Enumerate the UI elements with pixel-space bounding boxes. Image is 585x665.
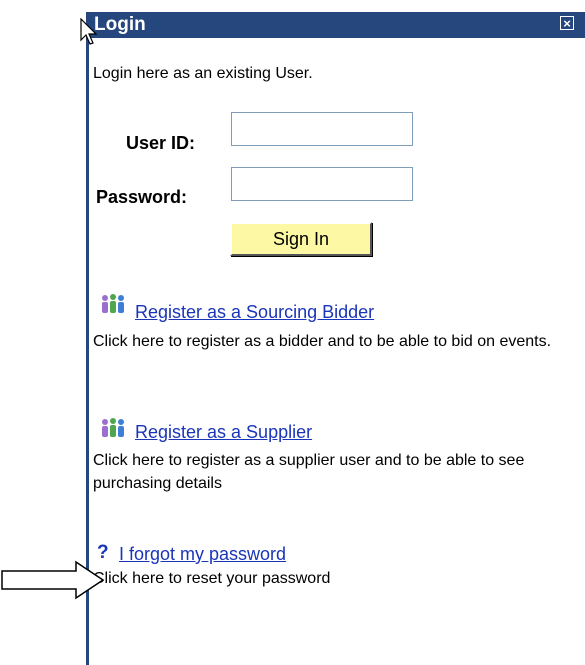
forgot-password-description: Click here to reset your password xyxy=(93,570,331,587)
forgot-password-link[interactable]: I forgot my password xyxy=(119,544,286,565)
people-group-icon xyxy=(102,294,124,313)
login-panel: Login × Login here as an existing User. … xyxy=(86,12,585,665)
user-id-label: User ID: xyxy=(126,133,196,153)
window-title: Login xyxy=(94,14,146,35)
sourcing-bidder-description: Click here to register as a bidder and t… xyxy=(93,333,552,350)
supplier-description: Click here to register as a supplier use… xyxy=(93,452,525,492)
annotation-arrow-icon xyxy=(1,560,105,600)
register-supplier-link[interactable]: Register as a Supplier xyxy=(135,422,312,443)
password-label: Password: xyxy=(96,187,188,207)
register-sourcing-bidder-link[interactable]: Register as a Sourcing Bidder xyxy=(135,302,374,323)
intro-text: Login here as an existing User. xyxy=(93,65,313,82)
people-group-icon xyxy=(102,418,124,437)
title-bar: Login × xyxy=(89,12,585,38)
mouse-cursor-icon xyxy=(80,18,98,45)
sign-in-button[interactable]: Sign In xyxy=(230,222,372,256)
close-icon[interactable]: × xyxy=(560,16,574,30)
user-id-input[interactable] xyxy=(231,112,413,146)
password-input[interactable] xyxy=(231,167,413,201)
